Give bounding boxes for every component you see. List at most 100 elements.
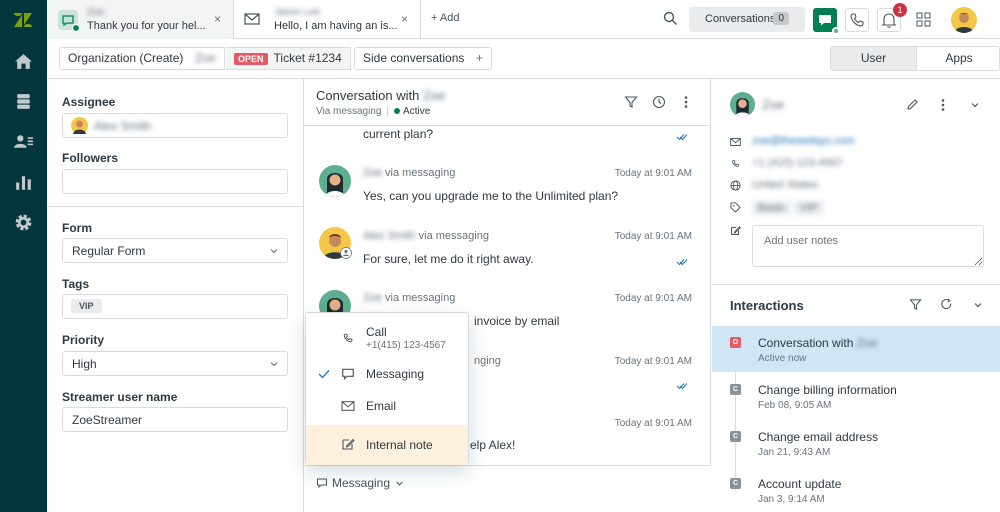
chat-bubble-icon: [58, 10, 79, 31]
interaction-title-name: Zoe: [856, 336, 878, 350]
messaging-status-button[interactable]: [813, 8, 840, 35]
tab-user[interactable]: User: [831, 47, 916, 70]
sender-channel: via messaging: [385, 292, 456, 304]
conversation-title: Conversation with Zoe: [316, 88, 445, 103]
interaction-item[interactable]: C Change email address Jan 21, 9:43 AM: [712, 420, 1000, 466]
close-tab-icon[interactable]: ×: [214, 12, 221, 26]
followers-field[interactable]: [62, 169, 288, 194]
interaction-title: Account update: [758, 477, 842, 491]
current-user-avatar[interactable]: [951, 7, 977, 33]
interaction-subtitle: Active now: [758, 353, 807, 364]
filter-icon[interactable]: [909, 298, 922, 311]
tag-vip[interactable]: VIP: [71, 299, 102, 313]
user-phone: +1 (415) 123-4567: [752, 157, 843, 169]
user-email[interactable]: zoe@thesedays.com: [752, 135, 855, 147]
conversations-count-badge: 0: [773, 12, 789, 25]
edit-pencil-icon[interactable]: [906, 98, 919, 111]
menu-item-email[interactable]: Email: [306, 393, 468, 421]
read-checkmark-icon: [676, 383, 688, 390]
assignee-field[interactable]: Alex Smith: [62, 113, 288, 138]
history-icon[interactable]: [652, 95, 666, 109]
top-bar: Zoe Thank you for your hel... × Jason Le…: [47, 0, 1000, 39]
channel-switcher-button[interactable]: Messaging: [332, 476, 390, 490]
interaction-title: Conversation with Zoe: [758, 336, 877, 350]
menu-item-messaging[interactable]: Messaging: [306, 361, 468, 389]
chat-bubble-icon: [342, 368, 354, 381]
menu-item-label: Email: [366, 399, 397, 413]
composer: Messaging: [305, 465, 711, 512]
user-context-panel: Zoe zoe@thesedays.com +1 (415) 123-4567 …: [712, 79, 1000, 512]
user-phone-row: +1 (415) 123-4567: [730, 157, 843, 172]
close-tab-icon[interactable]: ×: [401, 12, 408, 26]
add-tab-button[interactable]: + Add: [431, 12, 459, 24]
sender-name: Alex Smith: [363, 230, 416, 242]
user-tag[interactable]: VIP: [794, 201, 824, 215]
sender-name: Zoe: [363, 292, 382, 304]
breadcrumb-user[interactable]: Zoe: [187, 47, 225, 70]
call-number: +1(415) 123-4567: [366, 340, 446, 351]
views-icon[interactable]: [13, 91, 34, 112]
filter-icon[interactable]: [624, 95, 638, 109]
tab-preview-text: Hello, I am having an is...: [274, 20, 398, 32]
interaction-item[interactable]: C Change billing information Feb 08, 9:0…: [712, 373, 1000, 419]
ticket-tab-jason[interactable]: Jason Lee Hello, I am having an is... ×: [234, 0, 421, 39]
message-timestamp: Today at 9:01 AM: [614, 293, 692, 304]
ticket-tab-zoe[interactable]: Zoe Thank you for your hel... ×: [47, 0, 234, 39]
sender-channel: via messaging: [385, 167, 456, 179]
tab-apps[interactable]: Apps: [916, 47, 999, 70]
tags-field[interactable]: VIP: [62, 294, 288, 319]
interaction-subtitle: Jan 21, 9:43 AM: [758, 447, 831, 458]
globe-icon: [730, 180, 741, 191]
home-icon[interactable]: [13, 51, 34, 72]
menu-item-call[interactable]: Call +1(415) 123-4567: [306, 313, 468, 357]
user-notes-input[interactable]: [752, 225, 984, 267]
channel-menu: Call +1(415) 123-4567 Messaging Email In…: [305, 312, 469, 465]
user-location: United States: [752, 179, 819, 191]
refresh-icon[interactable]: [940, 298, 953, 311]
more-options-icon[interactable]: [683, 95, 689, 109]
read-checkmark-icon: [676, 259, 688, 266]
user-tag[interactable]: Basic: [752, 201, 791, 215]
breadcrumb-organization[interactable]: Organization (Create): [59, 47, 193, 70]
settings-gear-icon[interactable]: [13, 212, 34, 233]
add-side-conversation-button[interactable]: +: [468, 47, 493, 70]
chevron-down-icon[interactable]: [970, 100, 980, 110]
side-conversations-button[interactable]: Side conversations: [354, 47, 474, 70]
customers-icon[interactable]: [13, 131, 34, 152]
conversation-title-text: Conversation with: [316, 88, 420, 103]
tab-requester-name: Jason Lee: [274, 7, 321, 18]
notifications-button[interactable]: 1: [877, 3, 907, 32]
more-options-icon[interactable]: [940, 98, 946, 112]
chevron-down-icon[interactable]: [973, 300, 983, 310]
message-text: Yes, can you upgrade me to the Unlimited…: [363, 189, 619, 203]
note-edit-icon: [731, 226, 741, 235]
message-timestamp: Today at 9:01 AM: [614, 418, 692, 429]
talk-button[interactable]: [845, 8, 869, 32]
user-name[interactable]: Zoe: [762, 97, 784, 112]
reporting-icon[interactable]: [13, 172, 34, 193]
interaction-item[interactable]: C Account update Jan 3, 9:14 AM: [712, 467, 1000, 512]
menu-item-label: Messaging: [366, 367, 425, 381]
zendesk-logo-icon[interactable]: [12, 9, 34, 31]
breadcrumb-ticket[interactable]: OPEN Ticket #1234: [226, 47, 351, 70]
menu-item-internal-note[interactable]: Internal note: [306, 425, 468, 465]
interaction-subtitle: Jan 3, 9:14 AM: [758, 494, 825, 505]
priority-select[interactable]: High: [62, 351, 288, 376]
ticket-number: Ticket #1234: [273, 51, 342, 65]
chevron-down-icon[interactable]: [395, 479, 404, 488]
conversations-label: Conversations: [705, 13, 776, 25]
assignee-avatar: [71, 117, 88, 134]
search-icon[interactable]: [663, 11, 678, 26]
streamer-username-value: ZoeStreamer: [72, 413, 143, 427]
conversations-button[interactable]: Conversations 0: [689, 7, 805, 32]
message-sender: Alex Smith via messaging: [363, 230, 489, 242]
apps-grid-icon[interactable]: [916, 12, 931, 27]
ticket-properties-panel: Assignee Alex Smith Followers Form Regul…: [47, 79, 304, 512]
interaction-item[interactable]: O Conversation with Zoe Active now: [712, 326, 1000, 372]
user-portrait-icon: [325, 173, 345, 197]
checkmark-icon: [318, 370, 330, 379]
streamer-username-input[interactable]: ZoeStreamer: [62, 407, 288, 432]
form-select[interactable]: Regular Form: [62, 238, 288, 263]
breadcrumb-user-name: Zoe: [195, 51, 216, 65]
user-portrait-icon: [734, 98, 751, 117]
